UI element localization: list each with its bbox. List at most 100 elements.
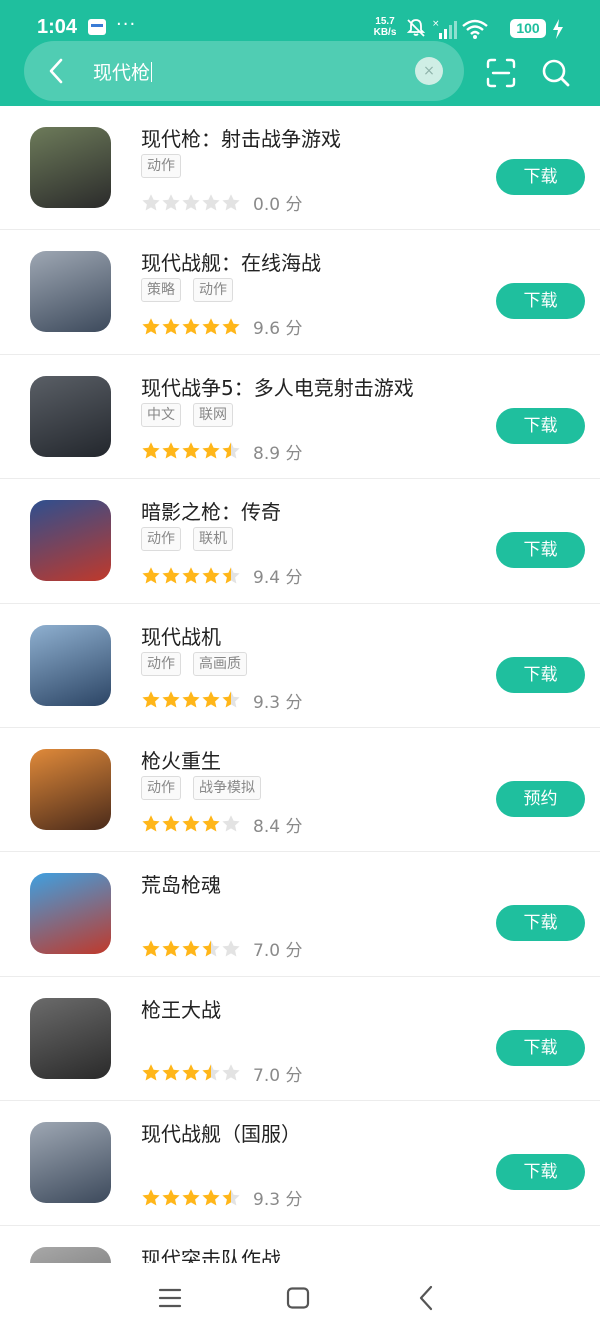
battery-indicator: 100 [510, 19, 546, 38]
clear-search-button[interactable]: × [415, 57, 443, 85]
star-full-icon [201, 690, 221, 710]
system-navigation-bar [0, 1263, 600, 1333]
star-full-icon [141, 566, 161, 586]
star-full-icon [161, 1063, 181, 1083]
tag: 高画质 [193, 651, 247, 676]
search-icon[interactable] [541, 58, 571, 88]
app-title[interactable]: 枪火重生 [141, 745, 221, 774]
warship-5v5-icon[interactable] [30, 251, 111, 333]
list-item[interactable]: 现代战舰（国服） 9.3 分 下载 [0, 1101, 600, 1226]
search-results-list[interactable]: 现代枪：射击战争游戏 动作 0.0 分下载 现代战舰：在线海战 策略 动作 9.6 分下载现… [0, 106, 600, 1263]
tag: 动作 [141, 527, 181, 552]
tag-list: 动作 战争模拟 [141, 775, 273, 802]
score-text: 9.3 分 [253, 692, 303, 713]
net-speed-unit: KB/s [373, 27, 397, 38]
scan-icon[interactable] [486, 58, 516, 88]
star-empty-icon [141, 193, 161, 213]
net-speed-value: 15.7 [375, 16, 395, 27]
download-button[interactable]: 下载 [496, 283, 585, 320]
score-text: 8.4 分 [253, 816, 303, 837]
star-full-icon [201, 441, 221, 461]
list-item[interactable]: 枪王大战 7.0 分 下载 [0, 977, 600, 1102]
download-button[interactable]: 下载 [496, 532, 585, 569]
star-full-icon [181, 814, 201, 834]
list-item[interactable]: 现代战机 动作 高画质 9.3 分 下载 [0, 604, 600, 728]
star-full-icon [141, 317, 161, 337]
score-text: 7.0 分 [253, 1065, 303, 1086]
shadowgun-legends-icon[interactable] [30, 500, 111, 582]
list-item[interactable]: 枪火重生 动作 战争模拟 8.4 分 预约 [0, 728, 600, 853]
list-item[interactable]: 现代战争5：多人电竞射击游戏 中文 联网 8.9 分 下载 [0, 355, 600, 480]
menu-icon[interactable] [158, 1287, 182, 1309]
star-full-icon [201, 566, 221, 586]
rating: 7.0 分 [141, 936, 303, 962]
list-item[interactable]: 荒岛枪魂 7.0 分 下载 [0, 852, 600, 977]
star-full-icon [181, 441, 201, 461]
download-button[interactable]: 下载 [496, 1154, 585, 1191]
notification-app-icon [88, 19, 106, 35]
star-full-icon [161, 939, 181, 959]
star-full-icon [161, 441, 181, 461]
cat-gunslinger-icon[interactable] [30, 748, 111, 830]
star-empty-icon [161, 193, 181, 213]
star-empty-icon [221, 939, 241, 959]
reserve-button[interactable]: 预约 [496, 780, 585, 817]
app-header: 1:04 ··· 15.7 KB/s × 100 现代枪 × [0, 0, 600, 106]
commando-icon[interactable] [30, 1246, 111, 1263]
tag: 中文 [141, 402, 181, 427]
tag: 联机 [193, 527, 233, 552]
star-full-icon [141, 690, 161, 710]
bell-muted-icon [406, 19, 426, 37]
star-half-icon [221, 690, 241, 710]
list-item[interactable]: 现代突击队作战 [0, 1226, 600, 1263]
star-empty-icon [181, 193, 201, 213]
list-item[interactable]: 现代战舰：在线海战 策略 动作 9.6 分 下载 [0, 230, 600, 355]
app-title[interactable]: 暗影之枪：传奇 [141, 496, 281, 525]
scope-sniper-icon[interactable] [30, 127, 111, 208]
tag-list: 动作 [141, 154, 193, 180]
back-arrow-icon[interactable] [45, 58, 69, 84]
download-button[interactable]: 下载 [496, 159, 585, 195]
score-text: 7.0 分 [253, 941, 303, 962]
fighter-jet-2024-icon[interactable] [30, 624, 111, 706]
soldier-rifle-icon[interactable] [30, 375, 111, 457]
star-full-icon [181, 1188, 201, 1208]
download-button[interactable]: 下载 [496, 1029, 585, 1066]
app-title[interactable]: 现代战舰：在线海战 [141, 247, 321, 276]
star-full-icon [201, 814, 221, 834]
rating: 9.3 分 [141, 1185, 303, 1211]
star-half-icon [221, 566, 241, 586]
app-title[interactable]: 现代战舰（国服） [141, 1118, 301, 1147]
app-title[interactable]: 现代战机 [141, 621, 221, 650]
cell-signal-icon: × [432, 19, 457, 39]
cartoon-gunner-icon[interactable] [30, 873, 111, 955]
star-empty-icon [221, 814, 241, 834]
download-button[interactable]: 下载 [496, 407, 585, 444]
rating: 0.0 分 [141, 190, 302, 215]
list-item[interactable]: 现代枪：射击战争游戏 动作 0.0 分 下载 [0, 106, 600, 231]
home-icon[interactable] [286, 1287, 310, 1309]
star-full-icon [201, 1188, 221, 1208]
star-full-icon [161, 566, 181, 586]
star-full-icon [201, 317, 221, 337]
search-bar[interactable] [24, 41, 464, 101]
warship-5v5-icon[interactable] [30, 1122, 111, 1204]
star-empty-icon [221, 1063, 241, 1083]
list-item[interactable]: 暗影之枪：传奇 动作 联机 9.4 分 下载 [0, 479, 600, 604]
tag: 联网 [193, 402, 233, 427]
score-text: 9.3 分 [253, 1190, 303, 1211]
tag: 战争模拟 [193, 775, 261, 800]
app-title[interactable]: 荒岛枪魂 [141, 869, 221, 898]
app-title[interactable]: 现代战争5：多人电竞射击游戏 [141, 372, 414, 401]
download-button[interactable]: 下载 [496, 905, 585, 942]
app-title[interactable]: 枪王大战 [141, 994, 221, 1023]
search-input[interactable]: 现代枪 [93, 58, 153, 85]
app-title[interactable]: 现代枪：射击战争游戏 [141, 123, 341, 152]
tag-list: 策略 动作 [141, 278, 245, 304]
star-full-icon [181, 317, 201, 337]
app-title[interactable]: 现代突击队作战 [141, 1243, 281, 1263]
crosshair-target-icon[interactable] [30, 997, 111, 1079]
download-button[interactable]: 下载 [496, 656, 585, 693]
star-empty-icon [221, 193, 241, 213]
nav-back-icon[interactable] [416, 1285, 436, 1311]
